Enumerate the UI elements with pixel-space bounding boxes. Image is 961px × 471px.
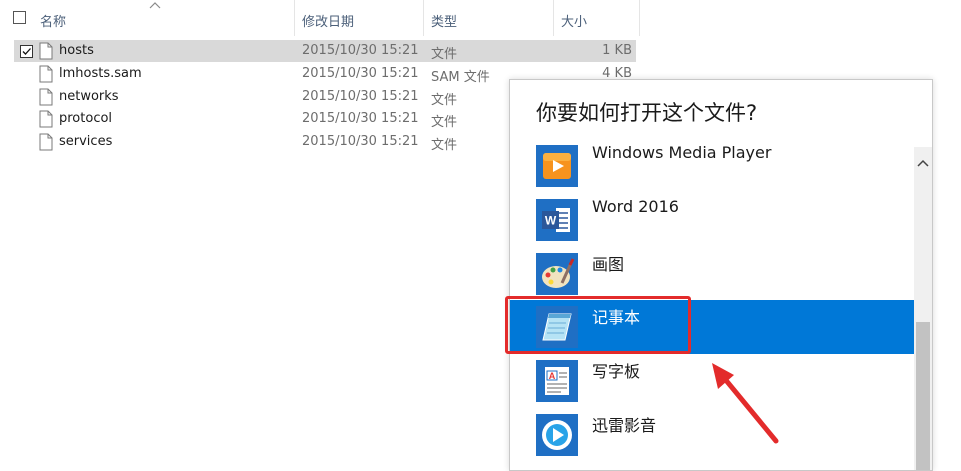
column-name[interactable]: 名称	[40, 11, 66, 30]
column-date[interactable]: 修改日期	[302, 11, 354, 30]
column-type[interactable]: 类型	[431, 11, 457, 30]
app-name: 画图	[592, 255, 625, 274]
file-date: 2015/10/30 15:21	[302, 89, 419, 104]
file-row-hosts[interactable]: hosts 2015/10/30 15:21 文件 1 KB	[14, 40, 636, 62]
file-name: networks	[59, 89, 119, 104]
app-name: Word 2016	[592, 197, 679, 216]
column-size[interactable]: 大小	[561, 11, 587, 30]
file-name: hosts	[59, 43, 94, 58]
app-item-word[interactable]: W Word 2016	[510, 193, 914, 247]
dialog-title: 你要如何打开这个文件?	[536, 101, 758, 125]
app-name: 迅雷影音	[592, 416, 657, 435]
file-date: 2015/10/30 15:21	[302, 43, 419, 58]
app-item-paint[interactable]: 画图	[510, 247, 914, 301]
scroll-up-icon[interactable]	[917, 159, 929, 167]
file-name: lmhosts.sam	[59, 66, 142, 81]
file-icon	[39, 42, 53, 60]
file-date: 2015/10/30 15:21	[302, 66, 419, 81]
annotation-highlight-box	[505, 296, 691, 354]
file-icon	[39, 110, 53, 128]
app-item-windows-media-player[interactable]: Windows Media Player	[510, 139, 914, 193]
file-type: 文件	[431, 47, 458, 62]
checkmark-icon	[22, 48, 31, 55]
file-size: 1 KB	[602, 43, 632, 58]
file-type: 文件	[431, 93, 458, 108]
file-date: 2015/10/30 15:21	[302, 134, 419, 149]
scrollbar-thumb[interactable]	[916, 322, 930, 470]
paint-icon	[536, 253, 578, 295]
file-type: SAM 文件	[431, 70, 490, 85]
wordpad-icon: A	[536, 360, 578, 402]
file-name: protocol	[59, 111, 113, 126]
svg-text:W: W	[545, 214, 557, 228]
windows-media-player-icon	[536, 145, 578, 187]
dialog-scrollbar[interactable]	[914, 147, 932, 470]
file-type: 文件	[431, 115, 458, 130]
explorer-column-header: 名称 修改日期 类型 大小	[0, 0, 640, 36]
select-all-checkbox[interactable]	[13, 11, 26, 24]
row-checkbox[interactable]	[20, 45, 33, 58]
file-name: services	[59, 134, 113, 149]
file-icon	[39, 65, 53, 83]
file-icon	[39, 88, 53, 106]
annotation-arrow-icon	[712, 363, 779, 444]
sort-ascending-icon[interactable]	[148, 0, 162, 10]
app-name: 写字板	[592, 362, 641, 381]
xunlei-player-icon	[536, 414, 578, 456]
file-date: 2015/10/30 15:21	[302, 111, 419, 126]
svg-text:A: A	[549, 371, 556, 381]
file-icon	[39, 133, 53, 151]
app-name: Windows Media Player	[592, 143, 772, 162]
word-icon: W	[536, 199, 578, 241]
file-type: 文件	[431, 138, 458, 153]
